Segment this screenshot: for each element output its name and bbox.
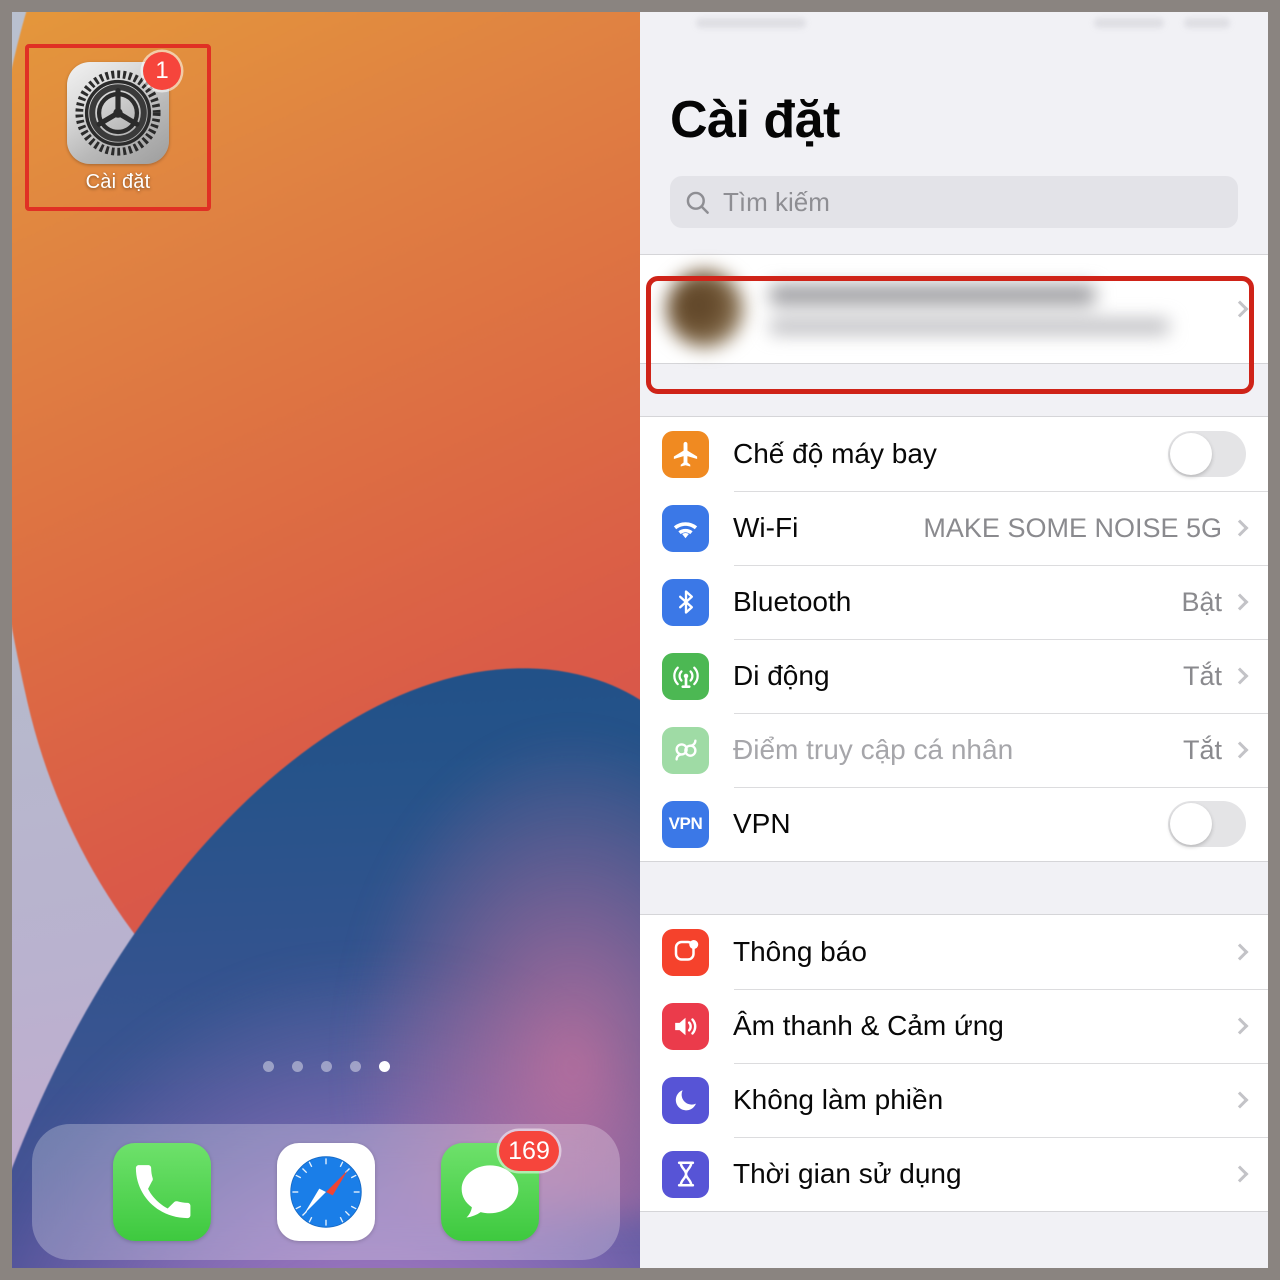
row-cellular[interactable]: Di động Tắt [640, 639, 1268, 713]
search-placeholder: Tìm kiếm [723, 186, 830, 217]
chevron-right-icon [1231, 1165, 1249, 1183]
messages-badge: 169 [499, 1131, 559, 1171]
cellular-state-value: Tắt [1182, 660, 1222, 691]
airplane-icon [662, 430, 709, 478]
home-app-settings[interactable]: 1 Cài đặt [50, 52, 186, 197]
page-dot-3[interactable] [320, 1061, 332, 1072]
row-label: Bluetooth [733, 586, 852, 617]
moon-icon [662, 1076, 709, 1124]
gap-bottom [640, 1212, 1268, 1268]
connectivity-group: Chế độ máy bay Wi-Fi MAKE SOME NOISE 5G [640, 416, 1268, 862]
page-dot-1[interactable] [262, 1061, 274, 1072]
row-label: Wi-Fi [733, 512, 799, 543]
airplane-mode-toggle[interactable] [1168, 431, 1246, 477]
cellular-icon [662, 652, 709, 700]
wifi-icon [662, 504, 709, 552]
page-dot-5[interactable] [378, 1061, 390, 1072]
hotspot-state-value: Tắt [1182, 734, 1222, 765]
chevron-right-icon [1231, 1091, 1249, 1109]
vpn-icon: VPN [662, 800, 709, 848]
toggle-knob [1170, 803, 1212, 845]
compass-icon [277, 1143, 375, 1241]
phone-icon [113, 1143, 211, 1241]
bluetooth-state-value: Bật [1181, 586, 1222, 617]
page-title: Cài đặt [670, 91, 840, 149]
bluetooth-icon [662, 578, 709, 626]
gap-before-account [640, 228, 1268, 254]
row-airplane-mode[interactable]: Chế độ máy bay [640, 417, 1268, 491]
chevron-right-icon [1231, 741, 1249, 759]
apple-id-name [770, 284, 1095, 305]
notifications-group: Thông báo Âm thanh & Cảm ứng Không làm p… [640, 914, 1268, 1212]
row-sounds-haptics[interactable]: Âm thanh & Cảm ứng [640, 989, 1268, 1063]
row-vpn[interactable]: VPN VPN [640, 787, 1268, 861]
ios-home-screen: 1 Cài đặt 169 [12, 12, 640, 1268]
chevron-right-icon [1231, 943, 1249, 961]
apple-id-row[interactable] [640, 255, 1268, 363]
ios-settings-app: Cài đặt Tìm kiếm Chế độ máy bay Wi-Fi MA… [640, 12, 1268, 1268]
settings-app-label: Cài đặt [85, 171, 151, 193]
row-label: Di động [733, 660, 830, 691]
settings-header: Cài đặt Tìm kiếm [640, 34, 1268, 228]
dock-app-safari[interactable] [277, 1143, 375, 1241]
chevron-right-icon [1231, 593, 1249, 611]
notification-icon [662, 928, 709, 976]
row-wifi[interactable]: Wi-Fi MAKE SOME NOISE 5G [640, 491, 1268, 565]
toggle-knob [1170, 433, 1212, 475]
status-bar [640, 12, 1268, 34]
speaker-icon [662, 1002, 709, 1050]
row-label: Thông báo [733, 936, 867, 967]
settings-badge: 1 [143, 52, 181, 90]
gap-between-groups [640, 862, 1268, 914]
status-bar-right-blur [1094, 18, 1164, 28]
gap-after-account [640, 364, 1268, 416]
search-icon [684, 189, 711, 216]
page-indicator-dots[interactable] [12, 1061, 640, 1072]
apple-id-text-blurred [770, 284, 1234, 334]
status-bar-battery-blur [1184, 18, 1230, 28]
row-notifications[interactable]: Thông báo [640, 915, 1268, 989]
screenshot-frame: 1 Cài đặt 169 Cài đặt Tìm kiếm Chế độ má… [0, 0, 1280, 1280]
hourglass-icon [662, 1150, 709, 1198]
row-label: Thời gian sử dụng [733, 1158, 962, 1189]
row-label: Chế độ máy bay [733, 438, 937, 469]
hotspot-icon [662, 726, 709, 774]
ios-dock: 169 [32, 1124, 620, 1260]
row-label: Âm thanh & Cảm ứng [733, 1010, 1004, 1041]
page-dot-4[interactable] [349, 1061, 361, 1072]
dock-app-messages[interactable]: 169 [441, 1131, 559, 1241]
chevron-right-icon [1231, 300, 1249, 318]
apple-id-subtitle [770, 318, 1170, 334]
chevron-right-icon [1231, 667, 1249, 685]
row-label: Không làm phiền [733, 1084, 944, 1115]
apple-id-group [640, 254, 1268, 364]
chevron-right-icon [1231, 519, 1249, 537]
row-personal-hotspot[interactable]: Điểm truy cập cá nhân Tắt [640, 713, 1268, 787]
status-bar-left-blur [696, 18, 806, 28]
avatar [666, 270, 744, 348]
row-do-not-disturb[interactable]: Không làm phiền [640, 1063, 1268, 1137]
vpn-toggle[interactable] [1168, 801, 1246, 847]
dock-app-phone[interactable] [113, 1143, 211, 1241]
row-screen-time[interactable]: Thời gian sử dụng [640, 1137, 1268, 1211]
row-bluetooth[interactable]: Bluetooth Bật [640, 565, 1268, 639]
row-label: VPN [733, 808, 791, 839]
settings-icon-wrap[interactable]: 1 [67, 52, 181, 164]
row-label: Điểm truy cập cá nhân [733, 734, 1014, 765]
search-input[interactable]: Tìm kiếm [670, 176, 1238, 228]
chevron-right-icon [1231, 1017, 1249, 1035]
page-dot-2[interactable] [291, 1061, 303, 1072]
wifi-network-value: MAKE SOME NOISE 5G [923, 512, 1222, 543]
